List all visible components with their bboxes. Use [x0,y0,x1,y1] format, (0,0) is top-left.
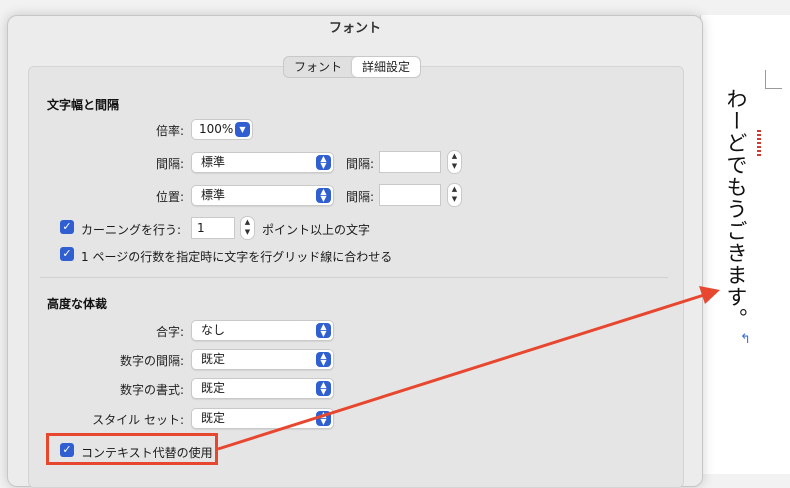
annotation-arrow-head [699,286,720,304]
annotation-arrow [217,286,720,451]
annotation-arrow-line [217,293,705,451]
